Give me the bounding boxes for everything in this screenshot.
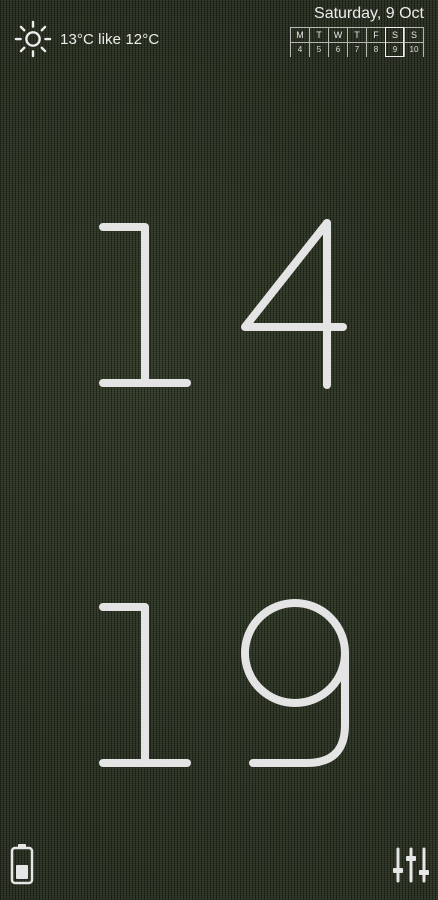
calendar-day-letter: M (291, 27, 309, 43)
weather-text: 13°C like 12°C (60, 30, 160, 48)
calendar-day-letter: W (329, 27, 347, 43)
minute-digit-9 (241, 599, 349, 767)
calendar-day: S9 (385, 27, 404, 57)
weather-widget[interactable]: 13°C like 12°C (14, 20, 159, 58)
hour-digit-4 (241, 219, 347, 389)
battery-icon[interactable] (10, 843, 34, 885)
calendar-day: S 10 (404, 27, 424, 57)
calendar-day-number: 9 (392, 45, 398, 54)
calendar-day-number: 10 (409, 45, 419, 54)
calendar-day-letter: S (386, 27, 404, 43)
date-widget[interactable]: Saturday, 9 Oct M 4 T 5 W 6 T 7 F 8 S 9 S 10 (266, 5, 424, 57)
clock-hours-text: 14 (0, 0, 1, 1)
hour-digit-1 (99, 223, 191, 387)
calendar-day-letter: T (348, 27, 366, 43)
calendar-day-number: 6 (335, 45, 341, 54)
calendar-day: T5 (309, 27, 328, 57)
calendar-day-letter: F (367, 27, 385, 43)
minute-digit-1 (99, 603, 191, 767)
calendar-day-number: 8 (373, 45, 379, 54)
sun-icon (14, 20, 52, 58)
calendar-day: T7 (347, 27, 366, 57)
calendar-day-number: 7 (354, 45, 360, 54)
date-text: Saturday, 9 Oct (314, 5, 424, 22)
calendar-day: W6 (328, 27, 347, 57)
calendar-day-number: 4 (297, 45, 303, 54)
clock-hours (0, 205, 438, 395)
clock-minutes (0, 585, 438, 775)
week-calendar: M 4 T 5 W 6 T 7 F 8 S 9 S 10 (266, 27, 424, 57)
calendar-day-letter: S (405, 27, 423, 43)
calendar-day-number: 5 (316, 45, 322, 54)
calendar-day: F8 (366, 27, 385, 57)
sliders-icon[interactable] (392, 846, 430, 884)
calendar-day-letter: T (310, 27, 328, 43)
calendar-day: M4 (290, 27, 309, 57)
